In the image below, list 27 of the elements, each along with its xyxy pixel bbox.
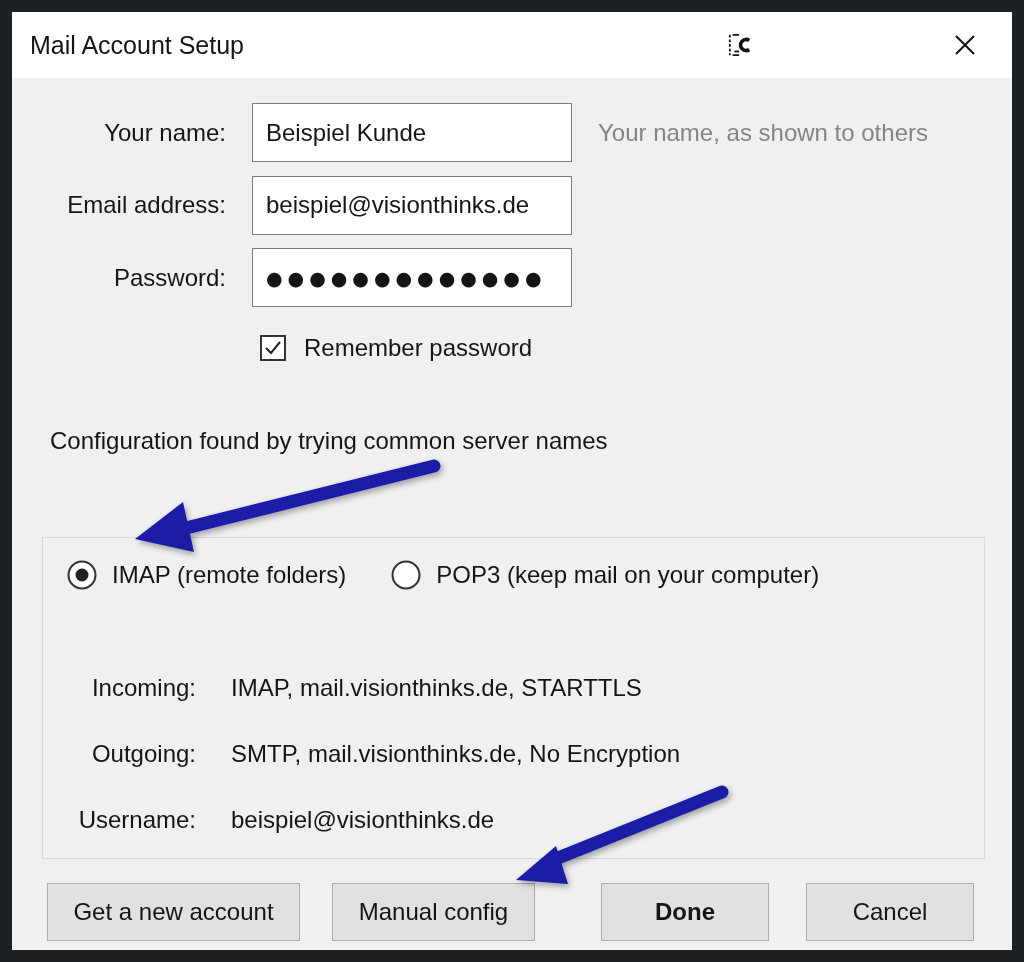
window-icon[interactable] — [728, 33, 752, 57]
password-field[interactable]: ●●●●●●●●●●●●● — [252, 248, 572, 307]
radio-button[interactable] — [67, 559, 97, 590]
cancel-button[interactable]: Cancel — [806, 882, 974, 941]
manual-config-button[interactable]: Manual config — [332, 882, 535, 941]
email-field[interactable]: beispiel@visionthinks.de — [252, 175, 572, 235]
setting-label: Incoming: — [90, 672, 196, 703]
checkbox-label[interactable]: Remember password — [304, 333, 533, 362]
done-button[interactable]: Done — [601, 882, 769, 941]
new-account-button[interactable]: Get a new account — [47, 882, 300, 941]
radio-label[interactable]: POP3 (keep mail on your computer) — [436, 560, 820, 589]
field-hint: Your name, as shown to others — [598, 118, 929, 147]
status-message: Configuration found by trying common server names — [50, 425, 609, 456]
setting-label: Outgoing: — [90, 738, 196, 769]
field-label: Email address: — [66, 191, 226, 219]
field-label: Password: — [112, 263, 226, 292]
setting-value: beispiel@visionthinks.de — [231, 804, 496, 835]
window-title: Mail Account Setup — [30, 30, 245, 60]
setting-label: Username: — [77, 804, 196, 835]
setting-value: IMAP, mail.visionthinks.de, STARTTLS — [231, 672, 643, 703]
radio-button[interactable] — [391, 559, 422, 590]
setting-value: SMTP, mail.visionthinks.de, No Encryption — [231, 738, 682, 769]
remember-checkbox[interactable] — [260, 334, 286, 361]
name-field[interactable]: Beispiel Kunde — [252, 103, 572, 162]
close-icon — [955, 35, 975, 55]
field-label: Your name: — [103, 118, 226, 147]
radio-label[interactable]: IMAP (remote folders) — [112, 560, 347, 589]
